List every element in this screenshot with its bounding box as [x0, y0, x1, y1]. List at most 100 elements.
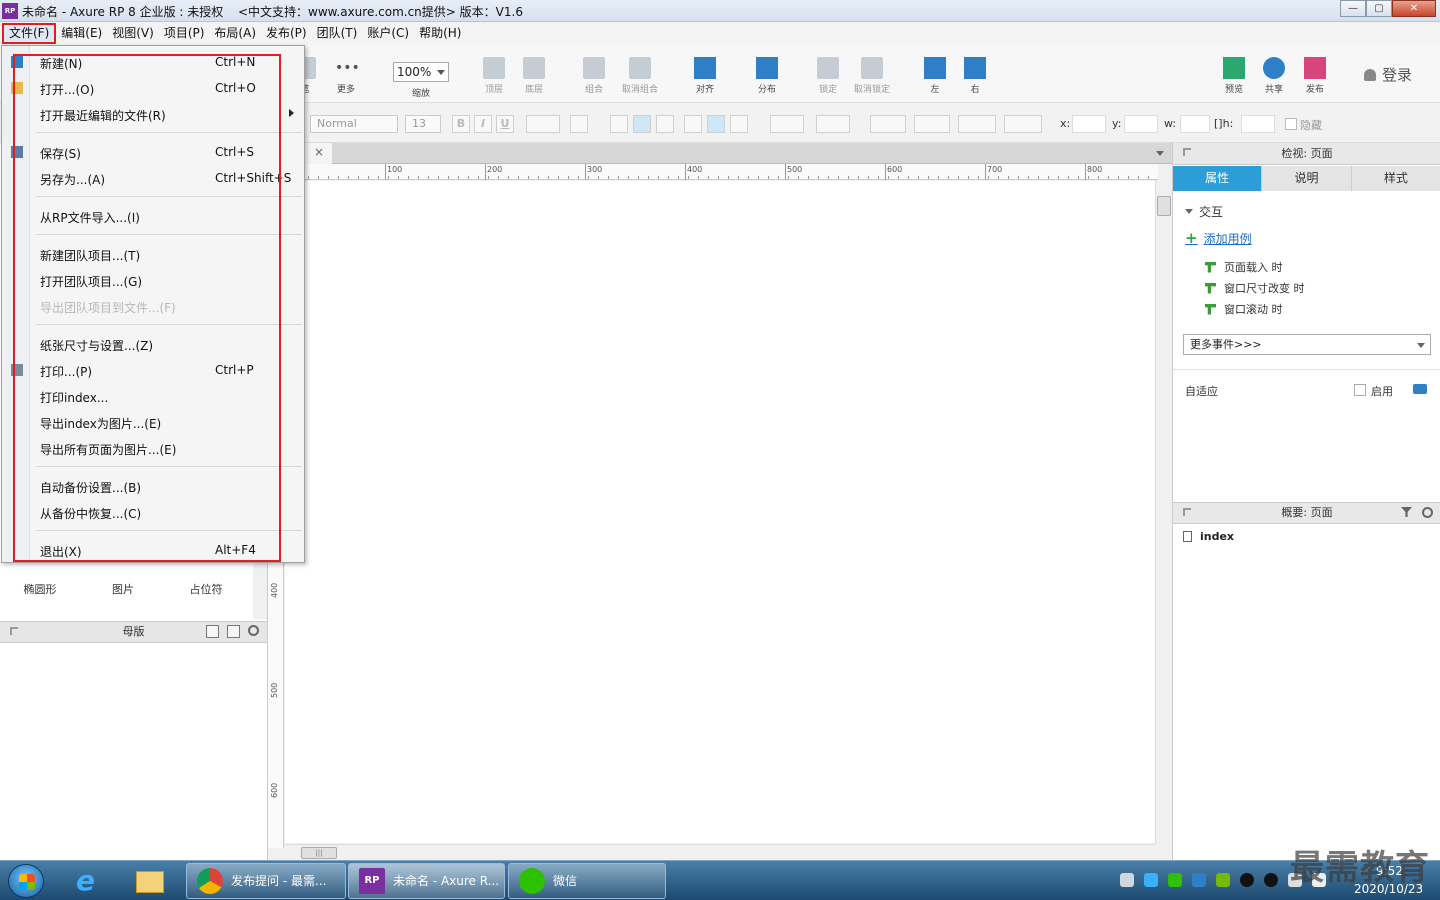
menu-item-export-all-images[interactable]: 导出所有页面为图片...(E) — [40, 441, 176, 458]
taskbar-item-chrome[interactable]: 发布提问 - 最需... — [186, 863, 346, 899]
start-button[interactable] — [8, 864, 44, 898]
adaptive-settings-icon[interactable] — [1413, 384, 1427, 394]
left-pane-button[interactable]: 左 — [913, 49, 957, 95]
line-style-icon[interactable] — [958, 115, 996, 133]
publish-button[interactable]: 发布 — [1293, 49, 1337, 95]
align-right-icon[interactable] — [656, 115, 674, 133]
maximize-button[interactable]: ▢ — [1366, 0, 1392, 17]
menu-item-new[interactable]: 新建(N) — [40, 55, 82, 72]
qq-icon[interactable] — [1264, 873, 1278, 887]
menu-edit[interactable]: 编辑(E) — [56, 23, 107, 44]
menu-view[interactable]: 视图(V) — [107, 23, 159, 44]
italic-button[interactable]: I — [474, 115, 492, 133]
wechat-tray-icon[interactable] — [1168, 873, 1182, 887]
valign-middle-icon[interactable] — [707, 115, 725, 133]
close-button[interactable]: ✕ — [1392, 0, 1436, 17]
event-window-resize[interactable]: 窗口尺寸改变 时 — [1205, 280, 1305, 296]
x-input[interactable] — [1072, 115, 1106, 133]
bring-to-top-button[interactable]: 顶层 — [472, 49, 516, 95]
tab-style[interactable]: 样式 — [1351, 166, 1440, 191]
distribute-button[interactable]: 分布 — [745, 49, 789, 95]
lock-button[interactable]: 锁定 — [806, 49, 850, 95]
bullet-list-icon[interactable] — [570, 115, 588, 133]
menu-item-import-rp[interactable]: 从RP文件导入...(I) — [40, 209, 140, 226]
menu-item-page-setup[interactable]: 纸张尺寸与设置...(Z) — [40, 337, 153, 354]
menu-item-recent-files[interactable]: 打开最近编辑的文件(R) — [40, 107, 166, 124]
scroll-thumb[interactable]: ||| — [301, 847, 337, 859]
lock-ratio-icon[interactable]: [] — [1214, 117, 1223, 130]
more-events-select[interactable]: 更多事件>>> — [1183, 334, 1431, 355]
unlock-button[interactable]: 取消锁定 — [850, 49, 894, 95]
taskbar-item-axure[interactable]: RP 未命名 - Axure R... — [348, 863, 505, 899]
nvidia-icon[interactable] — [1216, 873, 1230, 887]
media-icon[interactable] — [1144, 873, 1158, 887]
style-select[interactable]: Normal — [310, 115, 398, 133]
library-item-ellipse[interactable]: 椭圆形 — [10, 581, 70, 597]
valign-bottom-icon[interactable] — [730, 115, 748, 133]
more-button[interactable]: ••• 更多 — [324, 49, 368, 95]
menu-item-export-index-image[interactable]: 导出index为图片...(E) — [40, 415, 161, 432]
menu-item-open[interactable]: 打开...(O) — [40, 81, 94, 98]
design-canvas[interactable] — [285, 181, 1155, 843]
tab-index[interactable]: × — [304, 143, 332, 164]
right-pane-button[interactable]: 右 — [953, 49, 997, 95]
preview-button[interactable]: 预览 — [1212, 49, 1256, 95]
fill-color-icon[interactable] — [770, 115, 804, 133]
minimize-button[interactable]: — — [1340, 0, 1366, 17]
valign-top-icon[interactable] — [684, 115, 702, 133]
bold-button[interactable]: B — [452, 115, 470, 133]
menu-item-save-as[interactable]: 另存为...(A) — [40, 171, 105, 188]
menu-item-open-team-project[interactable]: 打开团队项目...(G) — [40, 273, 142, 290]
menu-team[interactable]: 团队(T) — [312, 23, 363, 44]
pin-icon[interactable] — [1183, 508, 1191, 516]
event-page-load[interactable]: 页面载入 时 — [1205, 259, 1283, 275]
taskbar-item-wechat[interactable]: 微信 — [508, 863, 666, 899]
line-color-icon[interactable] — [870, 115, 906, 133]
underline-button[interactable]: U — [496, 115, 514, 133]
menu-project[interactable]: 项目(P) — [159, 23, 210, 44]
align-button[interactable]: 对齐 — [683, 49, 727, 95]
line-width-icon[interactable] — [914, 115, 950, 133]
add-folder-icon[interactable] — [227, 625, 240, 638]
menu-item-new-team-project[interactable]: 新建团队项目...(T) — [40, 247, 140, 264]
y-input[interactable] — [1124, 115, 1158, 133]
menu-account[interactable]: 账户(C) — [362, 23, 414, 44]
ungroup-button[interactable]: 取消组合 — [618, 49, 662, 95]
add-case-link[interactable]: + 添加用例 — [1185, 229, 1252, 247]
outline-item-index[interactable]: index — [1183, 530, 1234, 543]
w-input[interactable] — [1180, 115, 1210, 133]
keyboard-icon[interactable] — [1120, 873, 1134, 887]
tab-close-icon[interactable]: × — [314, 143, 324, 162]
search-icon[interactable] — [248, 625, 259, 636]
font-color-icon[interactable] — [526, 115, 560, 133]
canvas-horizontal-scrollbar[interactable]: ||| — [285, 844, 1155, 860]
h-input[interactable] — [1241, 115, 1275, 133]
group-button[interactable]: 组合 — [572, 49, 616, 95]
hide-checkbox[interactable] — [1285, 118, 1297, 130]
search-icon[interactable] — [1422, 507, 1433, 518]
tab-notes[interactable]: 说明 — [1262, 166, 1352, 191]
shadow-icon[interactable] — [816, 115, 850, 133]
menu-item-save[interactable]: 保存(S) — [40, 145, 81, 162]
library-scrollbar[interactable] — [253, 563, 267, 619]
font-size-select[interactable]: 13 — [405, 115, 441, 133]
canvas-vertical-scrollbar[interactable] — [1155, 180, 1172, 844]
tab-dropdown-icon[interactable] — [1156, 151, 1164, 156]
filter-icon[interactable] — [1401, 507, 1412, 517]
share-button[interactable]: 共享 — [1252, 49, 1296, 95]
menu-item-print-index[interactable]: 打印index... — [40, 389, 108, 406]
adaptive-enable-checkbox[interactable] — [1354, 384, 1366, 396]
menu-help[interactable]: 帮助(H) — [414, 23, 466, 44]
arrow-style-icon[interactable] — [1004, 115, 1042, 133]
pin-icon[interactable] — [10, 627, 18, 635]
add-master-icon[interactable] — [206, 625, 219, 638]
menu-arrange[interactable]: 布局(A) — [209, 23, 261, 44]
menu-publish[interactable]: 发布(P) — [261, 23, 312, 44]
send-to-bottom-button[interactable]: 底层 — [512, 49, 556, 95]
qq-icon[interactable] — [1240, 873, 1254, 887]
menu-file[interactable]: 文件(F) — [2, 23, 57, 44]
align-left-icon[interactable] — [610, 115, 628, 133]
menu-item-print[interactable]: 打印...(P) — [40, 363, 92, 380]
library-item-placeholder[interactable]: 占位符 — [176, 581, 236, 597]
library-item-image[interactable]: 图片 — [93, 581, 153, 597]
